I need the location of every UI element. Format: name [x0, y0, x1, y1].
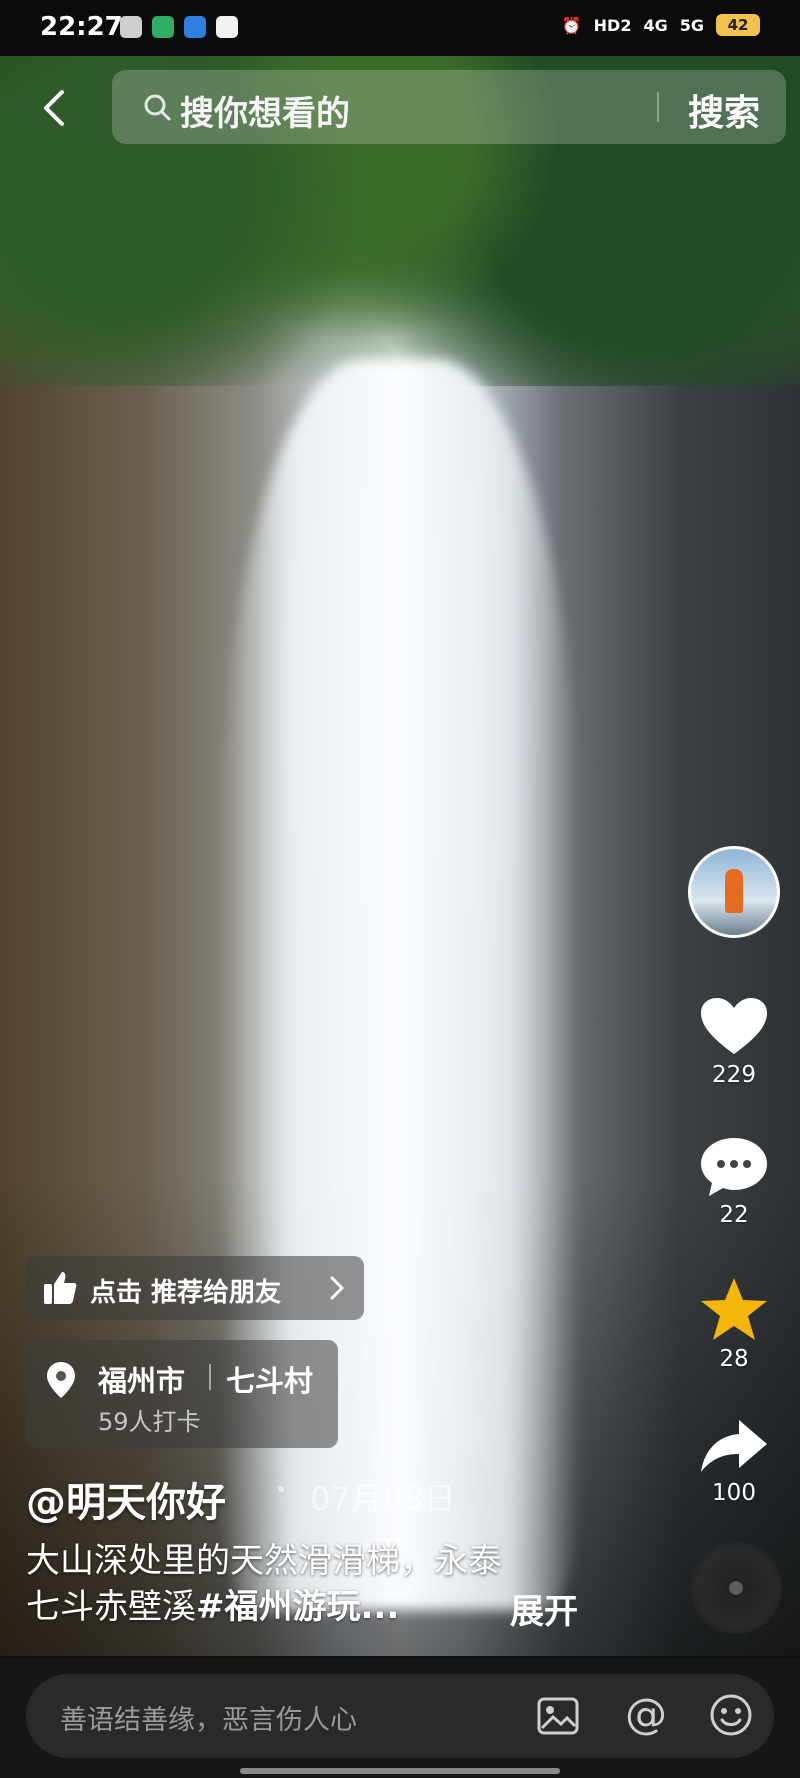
location-city: 福州市	[98, 1364, 186, 1398]
location-place: 七斗村	[226, 1364, 314, 1398]
comment-action[interactable]: 22	[688, 1136, 780, 1228]
comment-bubble-icon[interactable]	[699, 1136, 769, 1198]
status-bar: 22:27 ⏰ HD2 4G 5G 42	[0, 0, 800, 56]
caption-hashtag[interactable]: #福州游玩...	[196, 1587, 399, 1627]
alarm-icon: ⏰	[561, 15, 582, 35]
author-name[interactable]: @明天你好	[26, 1470, 226, 1528]
expand-caption-button[interactable]: 展开	[510, 1584, 578, 1633]
emoji-icon[interactable]	[708, 1692, 754, 1738]
home-app-icon	[152, 16, 174, 38]
status-app-icons	[120, 16, 238, 38]
location-divider	[209, 1364, 211, 1390]
back-arrow-icon[interactable]	[36, 88, 76, 128]
music-disc-icon[interactable]	[690, 1542, 782, 1634]
star-icon[interactable]	[699, 1276, 769, 1342]
status-time: 22:27	[40, 12, 123, 42]
image-icon[interactable]	[536, 1694, 580, 1738]
chevron-right-icon	[330, 1276, 345, 1300]
location-checkins: 59人打卡	[98, 1408, 201, 1436]
share-action[interactable]: 100	[688, 1416, 780, 1506]
hd-indicator: HD2	[593, 15, 632, 35]
comment-placeholder: 善语结善缘，恶言伤人心	[60, 1705, 357, 1736]
caption-line-1: 大山深处里的天然滑滑梯，永泰	[26, 1541, 502, 1581]
recommend-to-friends-button[interactable]: 点击 推荐给朋友	[26, 1256, 364, 1320]
like-action[interactable]: 229	[688, 996, 780, 1088]
wechat-icon	[120, 16, 142, 38]
share-count: 100	[712, 1480, 756, 1506]
comment-input[interactable]: 善语结善缘，恶言伤人心 @	[26, 1674, 774, 1758]
post-date: 07月08日	[310, 1480, 456, 1518]
location-pin-icon	[47, 1362, 75, 1398]
share-arrow-icon[interactable]	[699, 1416, 769, 1476]
avatar-figure	[725, 869, 743, 913]
thumbs-up-icon	[44, 1272, 77, 1304]
favorite-count: 28	[719, 1346, 749, 1372]
like-count: 229	[712, 1062, 756, 1088]
meta-dot-separator	[278, 1486, 284, 1492]
status-indicators: ⏰ HD2 4G 5G 42	[562, 14, 760, 36]
search-input[interactable]: 搜你想看的	[180, 86, 350, 135]
home-indicator[interactable]	[240, 1768, 560, 1774]
recommend-label: 点击 推荐给朋友	[90, 1278, 282, 1308]
signal-4g-indicator: 4G	[643, 15, 668, 35]
heart-icon[interactable]	[699, 996, 769, 1058]
search-icon	[144, 94, 171, 121]
mention-at-icon[interactable]: @	[622, 1690, 670, 1738]
comment-bar: 善语结善缘，恶言伤人心 @	[0, 1658, 800, 1778]
caption-text: 七斗赤壁溪	[26, 1587, 196, 1627]
search-bar[interactable]: 搜你想看的 搜索	[112, 70, 786, 144]
map-app-icon	[216, 16, 238, 38]
signal-5g-indicator: 5G	[679, 15, 704, 35]
favorite-action[interactable]: 28	[688, 1276, 780, 1372]
author-avatar[interactable]	[688, 846, 780, 938]
battery-indicator: 42	[716, 14, 760, 36]
cloud-app-icon	[184, 16, 206, 38]
comment-count: 22	[719, 1202, 749, 1228]
search-divider	[657, 92, 659, 122]
location-tag[interactable]: 福州市 七斗村 59人打卡	[26, 1340, 338, 1448]
search-button[interactable]: 搜索	[688, 84, 760, 136]
